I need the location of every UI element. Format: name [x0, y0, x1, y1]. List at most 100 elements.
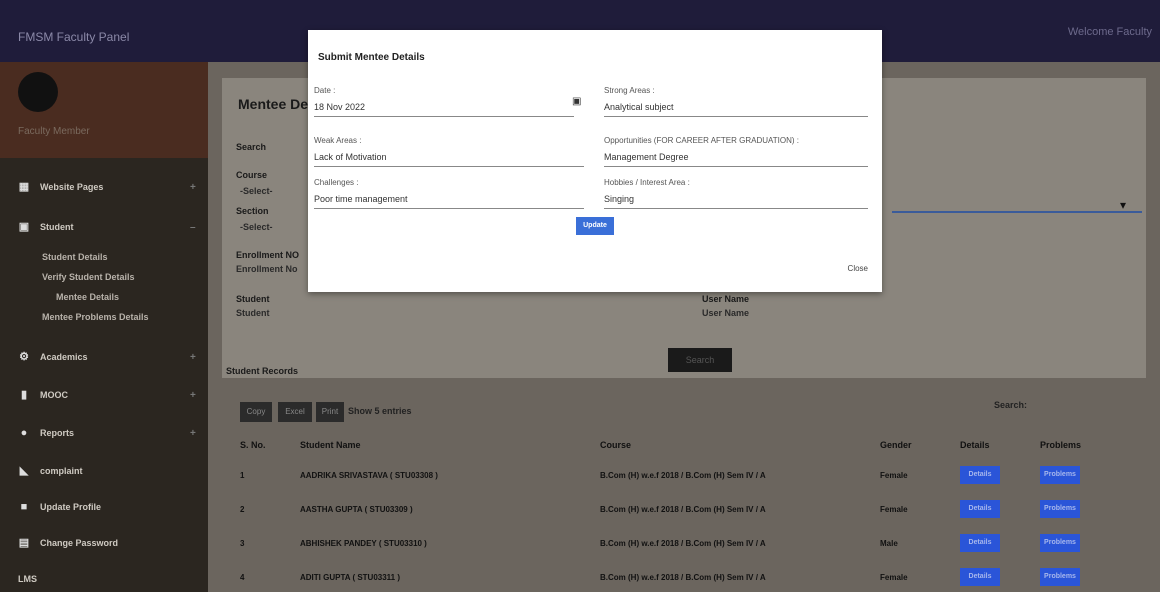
student-input[interactable]: Student [236, 308, 270, 318]
sidebar-item-label: LMS [18, 574, 37, 584]
sidebar-item-website-pages[interactable]: ▦ Website Pages + [18, 178, 196, 196]
challenges-input[interactable]: Poor time management [314, 194, 584, 209]
print-button[interactable]: Print [316, 402, 344, 422]
sidebar-item-reports[interactable]: ● Reports + [18, 424, 196, 442]
sidebar-item-change-password[interactable]: ▤ Change Password [18, 534, 118, 552]
problems-button[interactable]: Problems [1040, 534, 1080, 552]
sidebar-item-label: Change Password [40, 538, 119, 548]
details-button[interactable]: Details [960, 534, 1000, 552]
chevron-down-icon[interactable]: ▾ [1120, 198, 1126, 212]
details-button[interactable]: Details [960, 568, 1000, 586]
col-student-name[interactable]: Student Name [300, 432, 600, 458]
close-button[interactable]: Close [848, 264, 868, 273]
search-button[interactable]: Search [668, 348, 732, 372]
enrollment-input[interactable]: Enrollment No [236, 264, 298, 274]
user-icon: ▣ [18, 221, 30, 233]
show-label: Show [348, 406, 372, 416]
cell-gender: Male [880, 538, 898, 548]
challenges-field[interactable]: Challenges : Poor time management [314, 178, 584, 209]
section-select[interactable]: -Select- [240, 222, 273, 232]
course-select[interactable]: -Select- [240, 186, 273, 196]
app-brand[interactable]: FMSM Faculty Panel [18, 30, 129, 44]
sidebar-item-update-profile[interactable]: ■ Update Profile [18, 498, 101, 516]
hobbies-input[interactable]: Singing [604, 194, 868, 209]
sidebar-item-label: MOOC [40, 390, 68, 400]
date-label: Date : [314, 86, 336, 95]
sidebar-item-complaint[interactable]: ◣ complaint [18, 462, 83, 480]
hobbies-label: Hobbies / Interest Area : [604, 178, 690, 187]
book-icon: ▮ [20, 389, 28, 401]
student-label: Student [236, 294, 270, 304]
cell-sno: 2 [240, 504, 245, 514]
sidebar-item-student[interactable]: ▣ Student – [18, 218, 196, 236]
sidebar-subitem-mentee-problems-details[interactable]: Mentee Problems Details [42, 312, 149, 322]
enrollment-label: Enrollment NO [236, 250, 300, 260]
weak-areas-input[interactable]: Lack of Motivation [314, 152, 584, 167]
sidebar-subitem-verify-student-details[interactable]: Verify Student Details [42, 272, 135, 282]
weak-areas-field[interactable]: Weak Areas : Lack of Motivation [314, 136, 584, 167]
megaphone-icon: ◣ [19, 465, 29, 477]
gear-icon: ⚙ [19, 351, 29, 363]
plus-icon: + [190, 427, 196, 439]
hobbies-field[interactable]: Hobbies / Interest Area : Singing [604, 178, 868, 209]
cell-name: AADRIKA SRIVASTAVA ( STU03308 ) [300, 470, 438, 480]
grid-icon: ▦ [18, 181, 30, 193]
opportunities-input[interactable]: Management Degree [604, 152, 868, 167]
sidebar-item-label: complaint [40, 466, 83, 476]
sidebar-item-mooc[interactable]: ▮ MOOC + [18, 386, 196, 404]
select-underline [892, 211, 1142, 213]
show-entries[interactable]: Show 5 entries [348, 406, 412, 416]
strong-areas-field[interactable]: Strong Areas : Analytical subject [604, 86, 868, 117]
cell-gender: Female [880, 470, 908, 480]
sidebar: Faculty Member ▦ Website Pages + ▣ Stude… [0, 62, 208, 592]
user-menu[interactable]: Welcome Faculty [1068, 26, 1152, 38]
show-select[interactable]: 5 [375, 406, 380, 416]
copy-button[interactable]: Copy [240, 402, 272, 422]
details-button[interactable]: Details [960, 500, 1000, 518]
entries-label: entries [382, 406, 412, 416]
cell-name: ADITI GUPTA ( STU03311 ) [300, 572, 401, 582]
col-course[interactable]: Course [600, 432, 880, 458]
sidebar-item-lms[interactable]: LMS [18, 570, 37, 588]
submit-mentee-modal: Submit Mentee Details Date : 18 Nov 2022… [308, 30, 882, 292]
cell-gender: Female [880, 572, 908, 582]
lock-icon: ▤ [18, 537, 30, 549]
sidebar-subitem-mentee-details[interactable]: Mentee Details [56, 292, 119, 302]
sidebar-item-label: Update Profile [40, 502, 102, 512]
cell-name: AASTHA GUPTA ( STU03309 ) [300, 504, 413, 514]
search-heading: Search [236, 142, 267, 152]
sidebar-item-label: Website Pages [40, 182, 104, 192]
modal-title: Submit Mentee Details [318, 52, 425, 63]
info-icon: ● [20, 427, 28, 439]
avatar [18, 72, 58, 112]
date-field[interactable]: Date : 18 Nov 2022 [314, 86, 574, 117]
update-button[interactable]: Update [576, 217, 614, 235]
profile-username: Faculty Member [18, 126, 90, 137]
sidebar-item-academics[interactable]: ⚙ Academics + [18, 348, 196, 366]
minus-icon: – [190, 221, 196, 233]
student-table: S. No. Student Name Course Gender Detail… [240, 432, 1120, 592]
table-row: 2 AASTHA GUPTA ( STU03309 ) B.Com (H) w.… [240, 492, 1120, 526]
table-header: S. No. Student Name Course Gender Detail… [240, 432, 1120, 458]
col-problems[interactable]: Problems [1040, 432, 1120, 458]
table-row: 3 ABHISHEK PANDEY ( STU03310 ) B.Com (H)… [240, 526, 1120, 560]
cell-course: B.Com (H) w.e.f 2018 / B.Com (H) Sem IV … [600, 470, 766, 480]
folder-icon: ■ [20, 501, 28, 513]
details-button[interactable]: Details [960, 466, 1000, 484]
table-search-label: Search: [994, 400, 1028, 410]
username-input[interactable]: User Name [702, 308, 749, 318]
problems-button[interactable]: Problems [1040, 500, 1080, 518]
col-details[interactable]: Details [960, 432, 1040, 458]
col-gender[interactable]: Gender [880, 432, 960, 458]
col-sno[interactable]: S. No. [240, 432, 300, 458]
strong-areas-input[interactable]: Analytical subject [604, 102, 868, 117]
cell-sno: 3 [240, 538, 245, 548]
problems-button[interactable]: Problems [1040, 568, 1080, 586]
calendar-icon[interactable]: ▣ [572, 96, 581, 107]
date-input[interactable]: 18 Nov 2022 [314, 102, 574, 117]
problems-button[interactable]: Problems [1040, 466, 1080, 484]
sidebar-subitem-student-details[interactable]: Student Details [42, 252, 108, 262]
opportunities-field[interactable]: Opportunities (FOR CAREER AFTER GRADUATI… [604, 136, 868, 167]
excel-button[interactable]: Excel [278, 402, 312, 422]
sidebar-item-label: Student [40, 222, 74, 232]
